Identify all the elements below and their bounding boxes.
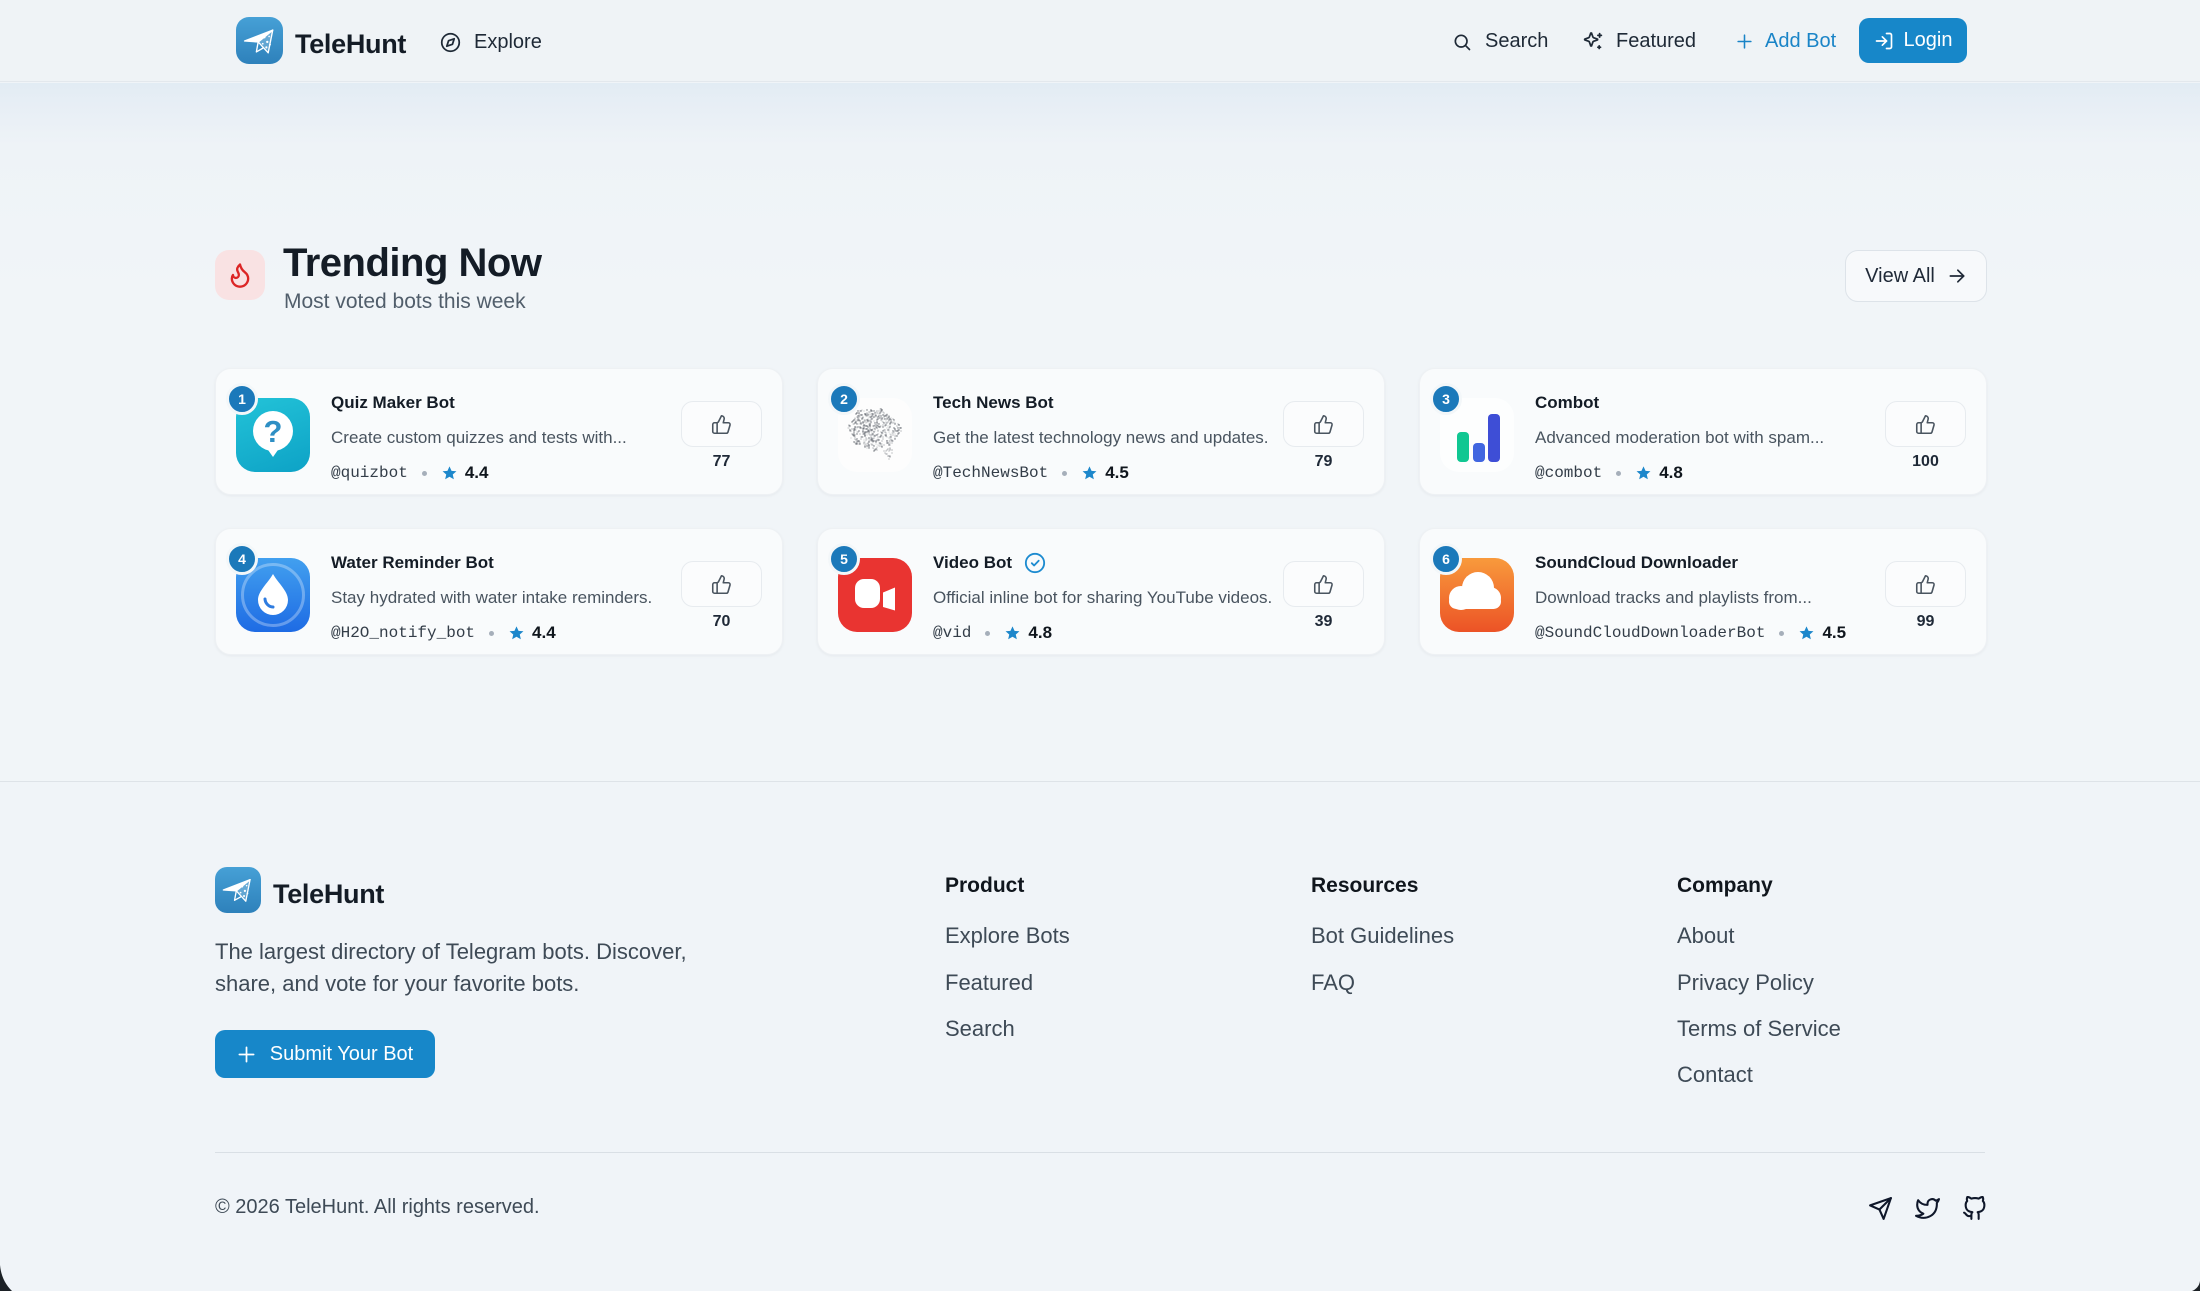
svg-text:?: ? <box>264 414 283 449</box>
